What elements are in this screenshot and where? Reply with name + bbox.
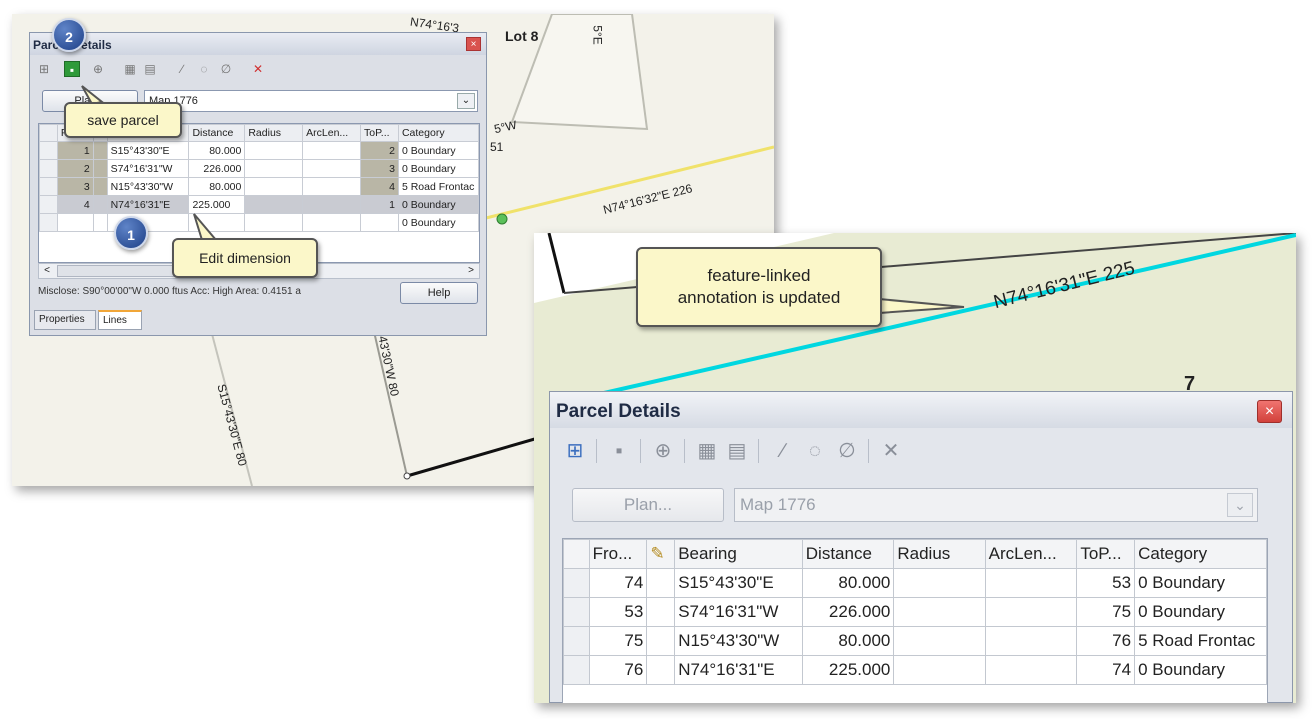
callout-save-parcel: save parcel <box>64 102 182 138</box>
col-header-select <box>563 539 590 569</box>
null-icon[interactable]: ∅ <box>834 438 860 464</box>
cell-category[interactable]: 5 Road Frontac <box>1134 626 1267 656</box>
window-title: Parcel Details <box>550 392 1292 428</box>
pencil-icon[interactable]: ✎ <box>646 539 676 569</box>
col-header-arclength[interactable]: ArcLen... <box>984 539 1078 569</box>
cell-to[interactable]: 53 <box>1076 568 1136 598</box>
table-row[interactable]: 74 S15°43'30"E 80.000 53 0 Boundary <box>563 568 1267 598</box>
grid-icon[interactable]: ▦ <box>694 438 720 464</box>
col-header-from[interactable]: Fro... <box>588 539 648 569</box>
delete-arrow-icon[interactable]: ✕ <box>878 438 904 464</box>
plan-button[interactable]: Plan... <box>572 488 724 522</box>
cell-to[interactable]: 76 <box>1076 626 1136 656</box>
cell-from[interactable]: 75 <box>588 626 648 656</box>
cell-from[interactable]: 53 <box>588 597 648 627</box>
table-row[interactable]: 76 N74°16'31"E 225.000 74 0 Boundary <box>563 655 1267 685</box>
grid-edit-icon[interactable]: ▤ <box>724 438 750 464</box>
col-header-topoint[interactable]: ToP... <box>1076 539 1136 569</box>
screenshot-after: N74°16'31"E 225 7 feature-linked annotat… <box>534 233 1296 703</box>
cell-distance[interactable]: 226.000 <box>801 597 895 627</box>
lines-grid: Fro... ✎ Bearing Distance Radius ArcLen.… <box>562 538 1268 703</box>
col-header-distance[interactable]: Distance <box>801 539 895 569</box>
line-tool-icon[interactable]: ∕ <box>770 438 796 464</box>
parcel-details-window-after: Parcel Details × ⊞ ▪ ⊕ ▦ ▤ ∕ ◌ ∅ ✕ Plan.… <box>549 391 1293 703</box>
map-select[interactable]: Map 1776 ⌄ <box>734 488 1258 522</box>
cell-distance[interactable]: 80.000 <box>801 626 895 656</box>
cell-distance[interactable]: 80.000 <box>801 568 895 598</box>
chevron-down-icon[interactable]: ⌄ <box>1227 493 1253 517</box>
col-header-bearing[interactable]: Bearing <box>674 539 803 569</box>
col-header-radius[interactable]: Radius <box>893 539 986 569</box>
table-row[interactable]: 53 S74°16'31"W 226.000 75 0 Boundary <box>563 597 1267 627</box>
curve-tool-icon[interactable]: ◌ <box>802 438 828 464</box>
cell-category[interactable]: 0 Boundary <box>1134 655 1267 685</box>
cell-bearing[interactable]: N74°16'31"E <box>674 655 803 685</box>
cell-bearing[interactable]: S74°16'31"W <box>674 597 803 627</box>
col-header-category[interactable]: Category <box>1134 539 1267 569</box>
toolbar: ⊞ ▪ ⊕ ▦ ▤ ∕ ◌ ∅ ✕ <box>558 436 1278 466</box>
save-parcel-icon[interactable]: ▪ <box>606 438 632 464</box>
callout-annotation-updated: feature-linked annotation is updated <box>636 247 882 327</box>
map-select-value: Map 1776 <box>740 495 816 514</box>
cell-bearing[interactable]: S15°43'30"E <box>674 568 803 598</box>
cell-distance[interactable]: 225.000 <box>801 655 895 685</box>
cell-category[interactable]: 0 Boundary <box>1134 597 1267 627</box>
table-row[interactable]: 75 N15°43'30"W 80.000 76 5 Road Frontac <box>563 626 1267 656</box>
cell-to[interactable]: 75 <box>1076 597 1136 627</box>
grid-header: Fro... ✎ Bearing Distance Radius ArcLen.… <box>563 539 1267 569</box>
close-button[interactable]: × <box>1257 400 1282 423</box>
cell-category[interactable]: 0 Boundary <box>1134 568 1267 598</box>
cell-to[interactable]: 74 <box>1076 655 1136 685</box>
cell-from[interactable]: 76 <box>588 655 648 685</box>
parcel-info-icon[interactable]: ⊞ <box>562 438 588 464</box>
cell-bearing[interactable]: N15°43'30"W <box>674 626 803 656</box>
callout-edit-dimension: Edit dimension <box>172 238 318 278</box>
cell-from[interactable]: 74 <box>588 568 648 598</box>
join-parcel-icon[interactable]: ⊕ <box>650 438 676 464</box>
